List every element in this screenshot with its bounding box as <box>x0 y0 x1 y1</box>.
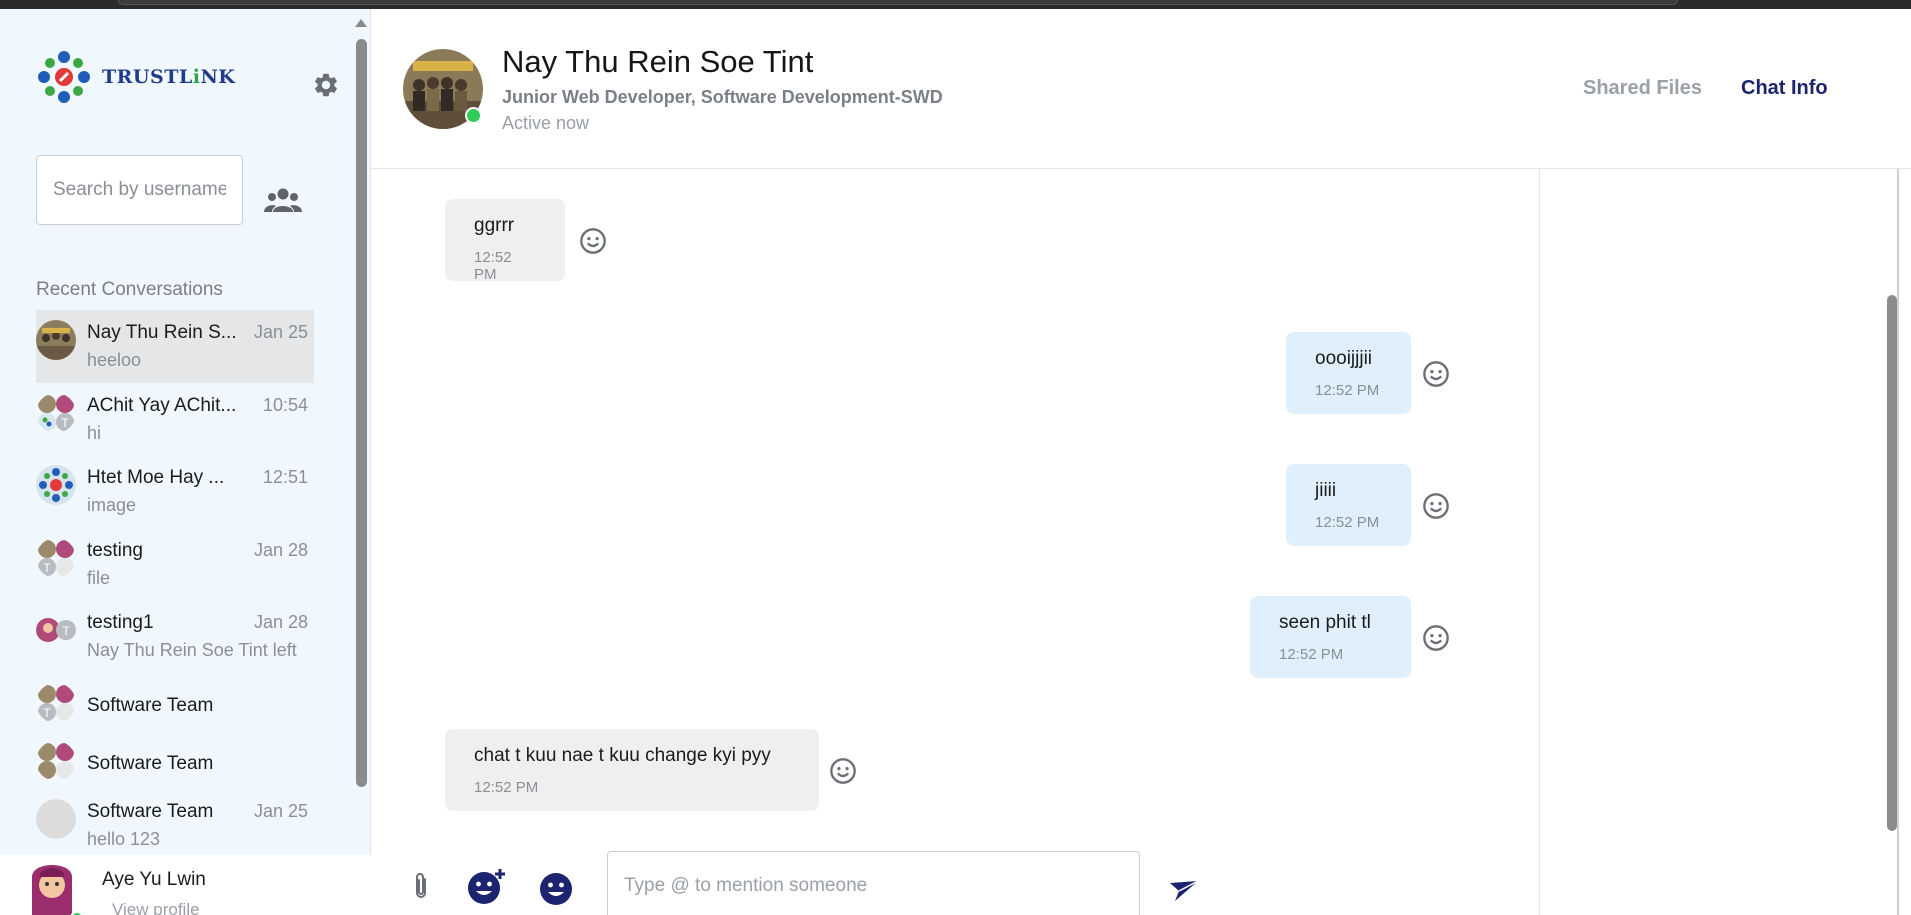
group-avatar: T <box>36 537 76 578</box>
group-avatar: T <box>36 610 76 650</box>
sticker-icon[interactable] <box>467 867 507 905</box>
reaction-icon[interactable] <box>1422 492 1450 520</box>
online-indicator <box>465 107 482 124</box>
conversation-date: 12:51 <box>262 467 308 487</box>
contact-role: Junior Web Developer, Software Developme… <box>502 87 943 107</box>
logo-text: TRUSTLiNK <box>102 66 236 88</box>
conversation-name: Htet Moe Hay ... <box>87 467 225 488</box>
conversation-preview: hi <box>87 422 102 443</box>
chat-app: TRUSTLiNK Recent Conversations Nay Thu R… <box>0 9 1911 915</box>
message-text: oooijjjii <box>1315 348 1373 369</box>
conversation-date: Jan 25 <box>253 800 308 821</box>
reaction-icon[interactable] <box>1422 624 1450 652</box>
main-scroll-track <box>1897 169 1899 915</box>
tab-chat-info[interactable]: Chat Info <box>1741 77 1828 100</box>
message-input[interactable] <box>608 852 1139 915</box>
browser-top-strip <box>0 0 1911 9</box>
message-bubble: jiiii 12:52 PM <box>1286 464 1411 546</box>
chat-header: Nay Thu Rein Soe Tint Junior Web Develop… <box>371 9 1911 169</box>
group-avatar: T <box>36 392 76 433</box>
conversation-name: AChit Yay AChit... <box>87 394 237 416</box>
message-composer <box>371 829 1539 915</box>
current-user-profile: Aye Yu Lwin View profile <box>0 855 371 915</box>
message-time: 12:52 PM <box>1315 382 1380 399</box>
svg-text:T: T <box>62 624 70 638</box>
conversation-name: testing1 <box>87 612 154 633</box>
conversation-preview: file <box>87 567 111 588</box>
conversation-preview: image <box>87 495 137 515</box>
conversation-item[interactable]: T testing1 Jan 28 Nay Thu Rein Soe Tint … <box>36 600 314 673</box>
sidebar-scrollbar[interactable] <box>356 39 367 787</box>
emoji-icon[interactable] <box>539 872 573 906</box>
conversation-item[interactable]: Nay Thu Rein S... Jan 25 heeloo <box>36 310 314 383</box>
contact-name: Nay Thu Rein Soe Tint <box>502 44 814 79</box>
attach-icon[interactable] <box>409 871 433 903</box>
conversation-item[interactable]: T testing Jan 28 file <box>36 528 314 601</box>
svg-text:T: T <box>43 706 51 720</box>
gear-icon[interactable] <box>312 71 340 99</box>
conversation-preview: hello 123 <box>87 828 161 849</box>
search-input[interactable] <box>37 156 242 224</box>
message-bubble: seen phit tl 12:52 PM <box>1250 596 1411 678</box>
conversation-item[interactable]: T Software Team <box>36 673 314 731</box>
avatar <box>36 320 76 360</box>
user-name: Aye Yu Lwin <box>102 869 206 890</box>
conversation-name: testing <box>87 539 143 561</box>
message-time: 12:52 PM <box>1315 514 1380 531</box>
send-icon[interactable] <box>1169 879 1199 903</box>
trustlink-logo-icon <box>38 51 90 103</box>
message-text: seen phit tl <box>1279 612 1371 633</box>
conversation-list: Nay Thu Rein S... Jan 25 heeloo T AChit … <box>36 310 314 861</box>
avatar <box>36 465 76 505</box>
contact-status: Active now <box>502 113 590 133</box>
sidebar: TRUSTLiNK Recent Conversations Nay Thu R… <box>0 9 371 915</box>
svg-text:T: T <box>61 416 69 430</box>
conversation-name: Software Team <box>87 800 214 822</box>
conversation-preview: heeloo <box>87 350 142 370</box>
group-avatar <box>36 740 76 781</box>
svg-text:T: T <box>43 561 51 575</box>
message-time: 12:52 PM <box>474 779 539 796</box>
message-text: ggrrr <box>474 215 515 236</box>
conversation-name: Software Team <box>87 752 214 774</box>
recent-conversations-title: Recent Conversations <box>36 279 223 300</box>
conversation-item[interactable]: Htet Moe Hay ... 12:51 image <box>36 455 314 528</box>
conversation-name: Nay Thu Rein S... <box>87 322 237 343</box>
message-field[interactable] <box>607 851 1140 915</box>
conversation-item[interactable]: Software Team <box>36 731 314 789</box>
group-icon[interactable] <box>264 187 302 213</box>
scroll-up-arrow[interactable] <box>355 19 367 27</box>
main-scrollbar[interactable] <box>1887 295 1897 831</box>
message-text: jiiii <box>1315 480 1337 501</box>
conversation-date: 10:54 <box>262 394 308 415</box>
search-field[interactable] <box>36 155 243 225</box>
message-text: chat t kuu nae t kuu change kyi pyy <box>474 745 771 766</box>
message-bubble: ggrrr 12:52 PM <box>445 199 565 283</box>
reaction-icon[interactable] <box>579 227 607 255</box>
info-panel-divider <box>1539 169 1540 915</box>
group-avatar: T <box>36 682 76 723</box>
conversation-date: Jan 25 <box>253 322 308 342</box>
conversation-item[interactable]: Software Team Jan 25 hello 123 <box>36 789 314 862</box>
message-list: ggrrr 12:52 PM oooijjjii 12:52 PM jiiii … <box>371 169 1539 829</box>
conversation-date: Jan 28 <box>253 612 308 632</box>
view-profile-link[interactable]: View profile <box>112 900 200 915</box>
message-bubble: oooijjjii 12:52 PM <box>1286 332 1411 414</box>
online-indicator <box>70 911 84 915</box>
user-avatar[interactable] <box>26 855 78 915</box>
message-time: 12:52 PM <box>474 249 512 283</box>
avatar <box>36 798 76 839</box>
reaction-icon[interactable] <box>829 757 857 785</box>
conversation-name: Software Team <box>87 694 214 716</box>
tab-shared-files[interactable]: Shared Files <box>1583 77 1702 100</box>
conversation-date: Jan 28 <box>253 539 308 560</box>
message-time: 12:52 PM <box>1279 646 1344 663</box>
reaction-icon[interactable] <box>1422 360 1450 388</box>
message-bubble: chat t kuu nae t kuu change kyi pyy 12:5… <box>445 729 819 811</box>
conversation-preview: Nay Thu Rein Soe Tint left <box>87 640 297 660</box>
logo: TRUSTLiNK <box>36 49 235 105</box>
conversation-item[interactable]: T AChit Yay AChit... 10:54 hi <box>36 383 314 456</box>
